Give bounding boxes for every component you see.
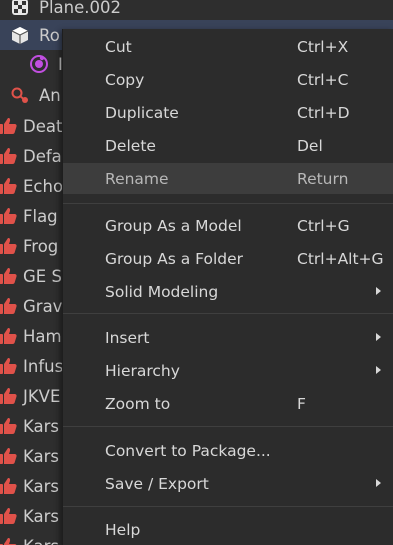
menu-item-label: Cut: [105, 37, 132, 56]
animation-controller-icon: [28, 53, 50, 75]
explorer-item-label: Plane.002: [39, 0, 121, 17]
thumbs-up-icon: [0, 355, 19, 377]
thumbs-up-icon: [0, 235, 19, 257]
explorer-item-label: JKVE: [23, 386, 61, 406]
thumbs-up-icon: [0, 475, 19, 497]
explorer-item-plane[interactable]: Plane.002: [0, 0, 393, 22]
menu-item-label: Insert: [105, 328, 150, 347]
thumbs-up-icon: [0, 145, 19, 167]
context-menu: Cut Ctrl+X Copy Ctrl+C Duplicate Ctrl+D …: [62, 29, 393, 545]
submenu-arrow-icon: [376, 479, 381, 487]
menu-item-copy[interactable]: Copy Ctrl+C: [63, 64, 393, 95]
thumbs-up-icon: [0, 265, 19, 287]
explorer-item-label: An: [39, 85, 61, 105]
menu-item-group-as-model[interactable]: Group As a Model Ctrl+G: [63, 210, 393, 241]
menu-separator: [63, 506, 393, 507]
mesh-part-icon: [9, 0, 31, 18]
menu-item-label: Hierarchy: [105, 361, 180, 380]
explorer-item-label: Deat: [23, 116, 63, 136]
menu-item-shortcut: Ctrl+Alt+G: [297, 249, 384, 268]
menu-item-label: Solid Modeling: [105, 282, 219, 301]
thumbs-up-icon: [0, 115, 19, 137]
thumbs-up-icon: [0, 505, 19, 527]
menu-separator: [63, 426, 393, 427]
menu-item-label: Zoom to: [105, 394, 171, 413]
thumbs-up-icon: [0, 415, 19, 437]
explorer-item-label: Grav: [23, 296, 63, 316]
menu-separator: [63, 203, 393, 204]
menu-item-group-as-folder[interactable]: Group As a Folder Ctrl+Alt+G: [63, 243, 393, 274]
menu-item-shortcut: Ctrl+G: [297, 216, 350, 235]
explorer-item-label: GE S: [23, 266, 62, 286]
explorer-item-label: Ham: [23, 326, 62, 346]
menu-item-zoom-to[interactable]: Zoom to F: [63, 388, 393, 419]
thumbs-up-icon: [0, 175, 19, 197]
menu-item-convert-to-package[interactable]: Convert to Package...: [63, 435, 393, 466]
menu-item-label: Help: [105, 520, 141, 539]
menu-item-label: Rename: [105, 169, 169, 188]
thumbs-up-icon: [0, 325, 19, 347]
menu-item-rename[interactable]: Rename Return: [63, 163, 393, 194]
explorer-panel: Plane.002 Ro I An Deat Defa Echo Flag Fr…: [0, 0, 393, 545]
menu-item-cut[interactable]: Cut Ctrl+X: [63, 31, 393, 62]
model-icon: [9, 24, 31, 46]
explorer-item-label: Defa: [23, 146, 62, 166]
thumbs-up-icon: [0, 385, 19, 407]
explorer-item-label: Kars: [23, 416, 60, 436]
menu-item-delete[interactable]: Delete Del: [63, 130, 393, 161]
explorer-item-label: Echo: [23, 176, 64, 196]
submenu-arrow-icon: [376, 287, 381, 295]
menu-item-shortcut: Ctrl+D: [297, 103, 350, 122]
explorer-item-label: Kars: [23, 476, 60, 496]
thumbs-up-icon: [0, 445, 19, 467]
menu-item-label: Delete: [105, 136, 156, 155]
menu-item-help[interactable]: Help: [63, 514, 393, 545]
menu-item-insert[interactable]: Insert: [63, 322, 393, 353]
menu-item-shortcut: F: [297, 394, 306, 413]
menu-item-duplicate[interactable]: Duplicate Ctrl+D: [63, 97, 393, 128]
menu-item-label: Save / Export: [105, 474, 209, 493]
menu-item-save-export[interactable]: Save / Export: [63, 468, 393, 499]
menu-item-label: Group As a Model: [105, 216, 242, 235]
menu-item-shortcut: Return: [297, 169, 349, 188]
menu-separator: [63, 313, 393, 314]
animator-icon: [9, 84, 31, 106]
menu-item-shortcut: Ctrl+X: [297, 37, 349, 56]
menu-item-label: Duplicate: [105, 103, 179, 122]
menu-item-solid-modeling[interactable]: Solid Modeling: [63, 276, 393, 307]
thumbs-up-icon: [0, 295, 19, 317]
menu-item-shortcut: Del: [297, 136, 323, 155]
submenu-arrow-icon: [376, 333, 381, 341]
explorer-item-label: Kars: [23, 537, 59, 545]
menu-item-label: Group As a Folder: [105, 249, 244, 268]
thumbs-up-icon: [0, 205, 19, 227]
explorer-item-label: Ro: [39, 25, 60, 45]
menu-item-label: Copy: [105, 70, 145, 89]
menu-item-hierarchy[interactable]: Hierarchy: [63, 355, 393, 386]
thumbs-up-icon: [0, 535, 19, 545]
explorer-item-label: Kars: [23, 446, 60, 466]
menu-item-label: Convert to Package...: [105, 441, 271, 460]
explorer-item-label: Infus: [23, 356, 64, 376]
submenu-arrow-icon: [376, 366, 381, 374]
menu-item-shortcut: Ctrl+C: [297, 70, 349, 89]
explorer-item-label: Kars: [23, 506, 60, 526]
explorer-item-label: Frog: [23, 236, 59, 256]
explorer-item-label: Flag: [23, 206, 58, 226]
